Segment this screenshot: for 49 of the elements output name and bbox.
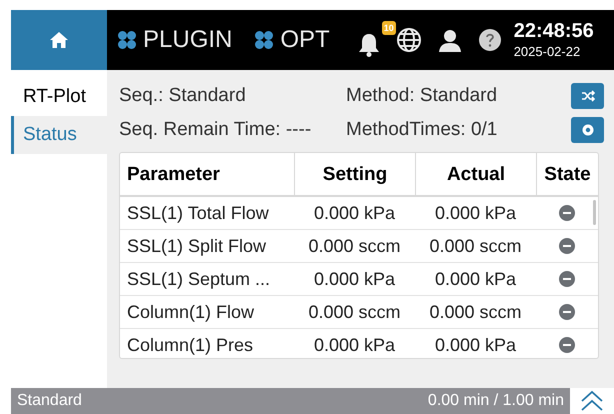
view-button[interactable] — [571, 117, 604, 143]
column-header: Setting — [294, 153, 415, 195]
table-cell-text: 0.000 sccm — [307, 234, 402, 258]
table-cell-text: 0.000 kPa — [312, 268, 396, 290]
opt-tab[interactable]: OPT — [254, 22, 330, 58]
table-cell-text: 0.000 kPa — [434, 268, 518, 290]
clock-date: 2025-02-22 — [514, 44, 582, 61]
column-header: Parameter — [126, 163, 221, 187]
minus-circle-icon — [559, 304, 575, 320]
table-cell-text: Column(1) Pres — [126, 334, 254, 357]
column-header: State — [536, 153, 598, 195]
bell-icon — [358, 33, 380, 57]
table-cell-text: 0.000 kPa — [312, 334, 396, 356]
minus-circle-icon — [559, 205, 575, 221]
progress-time: 0.00 min / 1.00 min — [428, 391, 564, 411]
minus-circle-icon — [559, 271, 575, 287]
table-cell-text: 0.000 sccm — [428, 300, 523, 324]
table-cell-text: 0.000 kPa — [312, 202, 396, 224]
notification-badge: 10 — [382, 21, 396, 35]
plugin-tab[interactable]: PLUGIN — [117, 22, 232, 58]
user-icon[interactable] — [438, 28, 462, 52]
table-cell-text: 0.000 kPa — [434, 334, 518, 356]
clover-icon — [254, 30, 274, 50]
table-cell-text: Column(1) Flow — [126, 300, 256, 324]
table-cell-text: 0.000 kPa — [434, 202, 518, 224]
sequence-name: Standard — [17, 391, 82, 411]
help-icon[interactable] — [478, 28, 502, 52]
method-times-label: MethodTimes: 0/1 — [346, 118, 498, 142]
double-chevron-up-icon — [580, 390, 604, 412]
remain-time-label: Seq. Remain Time: ---- — [119, 118, 312, 142]
table-cell-text: 0.000 sccm — [428, 234, 523, 258]
globe-icon[interactable] — [396, 27, 422, 53]
sidebar-tab[interactable]: Status — [11, 116, 107, 154]
minus-circle-icon — [559, 337, 575, 353]
method-label: Method: Standard — [346, 84, 498, 108]
table-cell-text: SSL(1) Total Flow — [126, 202, 270, 225]
minus-circle-icon — [559, 238, 575, 254]
sequence-label: Seq.: Standard — [119, 84, 247, 108]
clover-icon — [117, 30, 137, 50]
shuffle-button[interactable] — [571, 83, 604, 109]
table-cell-text: 0.000 sccm — [307, 300, 402, 324]
home-button[interactable] — [11, 10, 107, 70]
column-header: Actual — [415, 153, 536, 195]
clock-time: 22:48:56 — [514, 19, 594, 44]
table-cell-text: SSL(1) Septum ... — [126, 268, 272, 291]
scrollbar-thumb — [593, 200, 596, 225]
shuffle-icon — [580, 90, 594, 102]
home-icon — [49, 31, 69, 49]
table-cell-text: SSL(1) Split Flow — [126, 234, 268, 258]
